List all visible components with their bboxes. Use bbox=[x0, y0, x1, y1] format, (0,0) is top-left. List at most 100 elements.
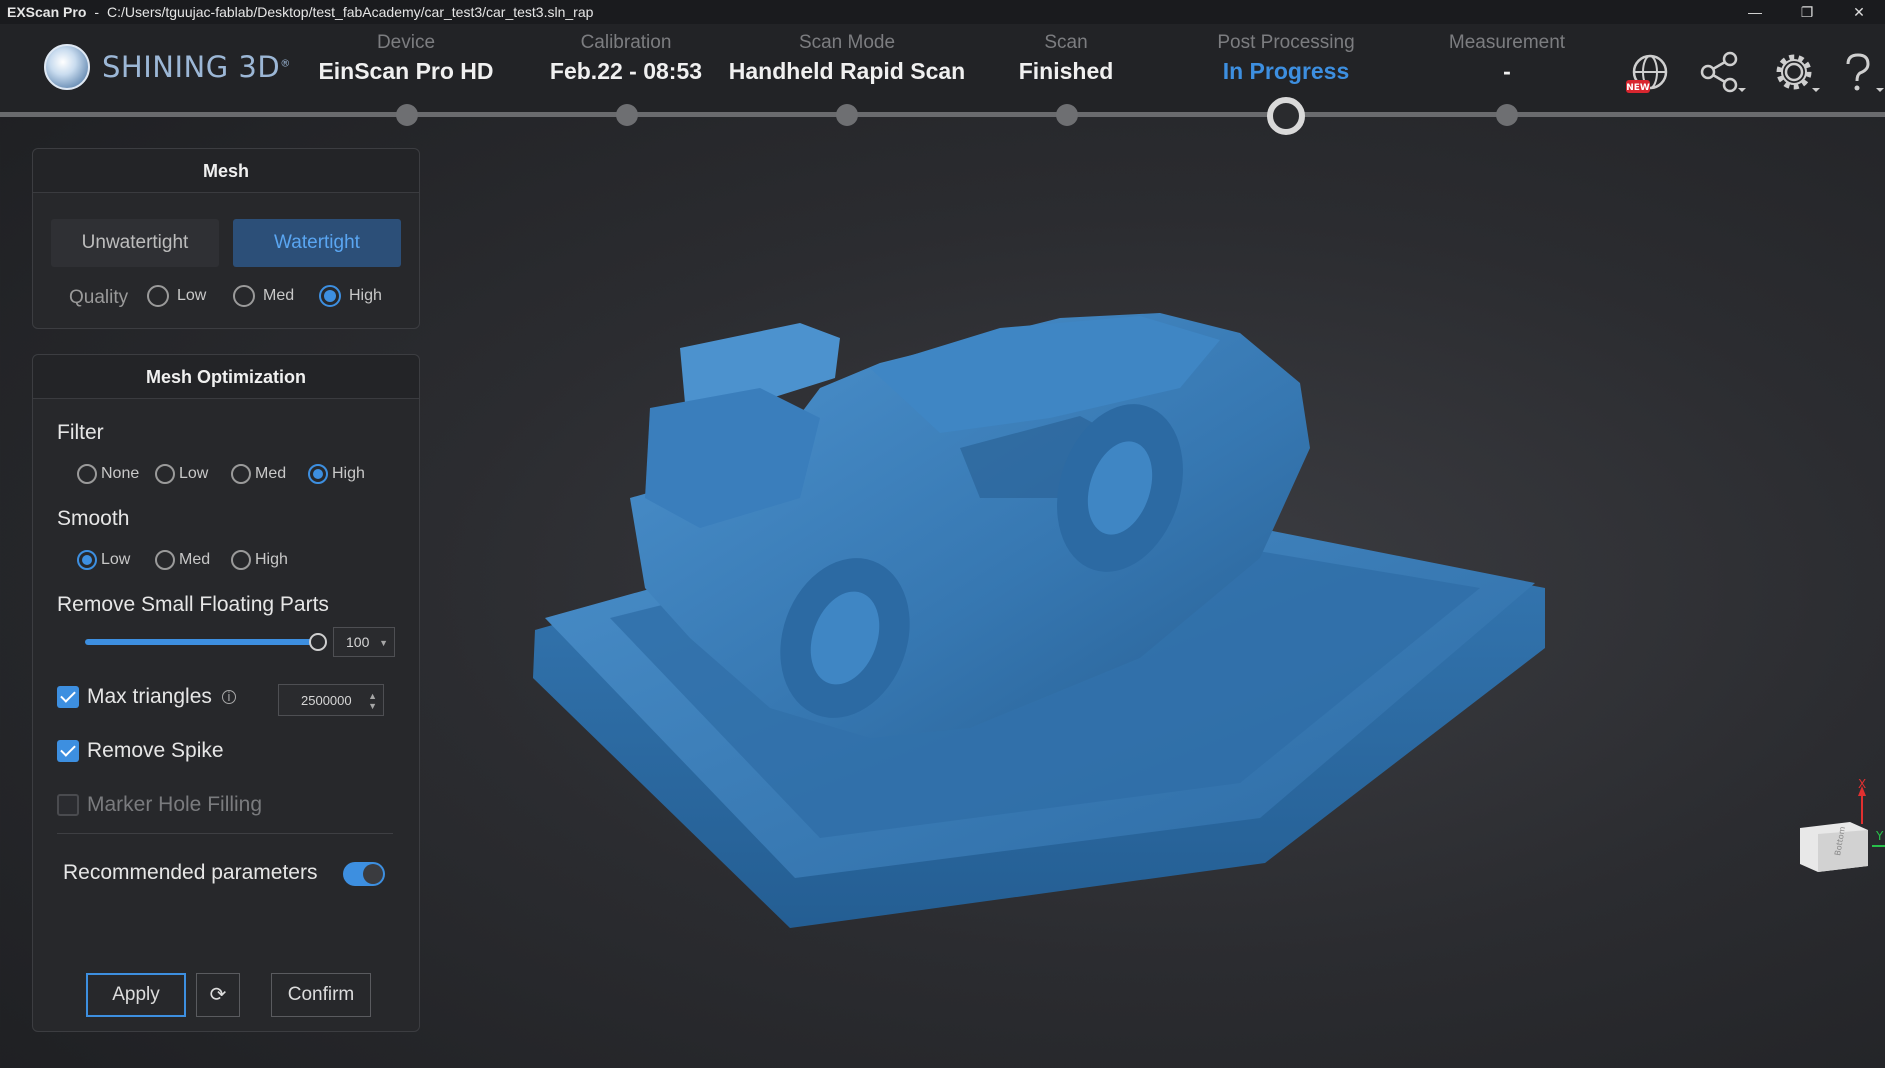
close-button[interactable]: ✕ bbox=[1833, 0, 1885, 24]
quality-med-radio[interactable]: Med bbox=[233, 285, 294, 307]
window-controls: — ❐ ✕ bbox=[1729, 0, 1885, 24]
radio-label: None bbox=[101, 465, 140, 482]
radio-label: Low bbox=[101, 551, 131, 568]
step-node-device[interactable] bbox=[396, 104, 418, 126]
minimize-button[interactable]: — bbox=[1729, 0, 1781, 24]
title-separator: - bbox=[94, 4, 100, 20]
step-label: Calibration bbox=[580, 32, 672, 53]
radio-label: High bbox=[255, 551, 288, 568]
mesh-panel: Mesh Unwatertight Watertight Quality Low… bbox=[32, 148, 420, 329]
radio-circle bbox=[231, 550, 251, 570]
radio-label: High bbox=[332, 465, 365, 482]
step-scan[interactable]: Scan Finished bbox=[946, 32, 1186, 85]
3d-viewport[interactable]: X Y Bottom bbox=[440, 118, 1885, 1068]
step-device[interactable]: Device EinScan Pro HD bbox=[286, 32, 526, 85]
filter-med-radio[interactable]: Med bbox=[231, 464, 286, 484]
max-triangles-input[interactable]: 2500000 ▲ ▼ bbox=[278, 684, 384, 716]
step-calibration[interactable]: Calibration Feb.22 - 08:53 bbox=[506, 32, 746, 85]
radio-label: Med bbox=[255, 465, 287, 482]
step-value: EinScan Pro HD bbox=[318, 58, 494, 84]
radio-label: Low bbox=[177, 287, 207, 304]
step-value: Finished bbox=[1018, 58, 1114, 84]
new-badge: NEW bbox=[1626, 83, 1650, 93]
step-value: Handheld Rapid Scan bbox=[728, 58, 966, 84]
update-globe-icon[interactable]: NEW bbox=[1622, 50, 1676, 96]
floating-parts-value: 100 bbox=[346, 634, 370, 650]
smooth-label: Smooth bbox=[57, 507, 130, 530]
mesh-optimization-panel: Mesh Optimization Filter None Low Med Hi… bbox=[32, 354, 420, 1032]
smooth-high-radio[interactable]: High bbox=[231, 550, 288, 570]
step-value: - bbox=[1503, 58, 1511, 84]
radio-circle bbox=[77, 464, 97, 484]
radio-label: Med bbox=[263, 287, 295, 304]
step-label: Scan bbox=[1044, 32, 1088, 53]
recommended-parameters-toggle[interactable] bbox=[343, 862, 385, 886]
step-label: Scan Mode bbox=[798, 32, 896, 53]
remove-spike-label: Remove Spike bbox=[87, 739, 224, 762]
smooth-low-radio[interactable]: Low bbox=[77, 550, 130, 570]
orientation-cube-icon[interactable]: X Y Bottom bbox=[1780, 778, 1885, 873]
floating-parts-slider[interactable] bbox=[85, 639, 317, 645]
floating-parts-label: Remove Small Floating Parts bbox=[57, 593, 329, 616]
max-triangles-value: 2500000 bbox=[301, 692, 352, 708]
step-label: Measurement bbox=[1448, 32, 1566, 53]
settings-gear-icon[interactable] bbox=[1770, 50, 1824, 96]
recommended-parameters-label: Recommended parameters bbox=[63, 861, 318, 884]
radio-circle bbox=[319, 285, 341, 307]
scanned-car-mesh bbox=[533, 313, 1545, 928]
apply-button[interactable]: Apply bbox=[86, 973, 186, 1017]
info-icon[interactable]: i bbox=[221, 690, 236, 704]
floating-parts-input[interactable]: 100 ▼ bbox=[333, 627, 395, 657]
step-label: Device bbox=[376, 32, 436, 53]
help-icon[interactable] bbox=[1836, 50, 1885, 96]
unwatertight-button[interactable]: Unwatertight bbox=[51, 219, 219, 267]
workflow-header: SHINING 3D® Device EinScan Pro HD Calibr… bbox=[0, 24, 1885, 116]
filter-label: Filter bbox=[57, 421, 104, 444]
logo-text: SHINING 3D bbox=[102, 50, 281, 84]
quality-low-radio[interactable]: Low bbox=[147, 285, 206, 307]
filter-high-radio[interactable]: High bbox=[308, 464, 365, 484]
radio-circle bbox=[308, 464, 328, 484]
step-label: Post Processing bbox=[1217, 32, 1355, 53]
title-bar: EXScan Pro - C:/Users/tguujac-fablab/Des… bbox=[0, 0, 1885, 24]
confirm-button[interactable]: Confirm bbox=[271, 973, 371, 1017]
radio-circle bbox=[155, 464, 175, 484]
axis-x-label: X bbox=[1858, 778, 1866, 791]
checkbox-box bbox=[57, 794, 79, 816]
smooth-med-radio[interactable]: Med bbox=[155, 550, 210, 570]
radio-circle bbox=[231, 464, 251, 484]
mesh-optimization-title: Mesh Optimization bbox=[33, 355, 419, 399]
step-post-processing[interactable]: Post Processing In Progress bbox=[1166, 32, 1406, 85]
reset-icon[interactable]: ⟳ bbox=[196, 973, 240, 1017]
spinner-down-icon[interactable]: ▼ bbox=[379, 638, 388, 648]
step-scan-mode[interactable]: Scan Mode Handheld Rapid Scan bbox=[727, 32, 967, 85]
toggle-knob bbox=[363, 864, 383, 884]
checkbox-box bbox=[57, 686, 79, 708]
checkbox-box bbox=[57, 740, 79, 762]
project-path: C:/Users/tguujac-fablab/Desktop/test_fab… bbox=[107, 4, 594, 20]
floating-parts-slider-handle[interactable] bbox=[309, 633, 327, 651]
radio-circle bbox=[233, 285, 255, 307]
step-value: In Progress bbox=[1222, 58, 1350, 84]
quality-high-radio[interactable]: High bbox=[319, 285, 382, 307]
radio-label: High bbox=[349, 287, 382, 304]
radio-circle bbox=[147, 285, 169, 307]
remove-spike-checkbox[interactable]: Remove Spike bbox=[57, 739, 224, 763]
spinner-arrows-icon[interactable]: ▲ ▼ bbox=[368, 691, 377, 711]
max-triangles-checkbox[interactable]: Max triangles i bbox=[57, 685, 236, 709]
marker-hole-label: Marker Hole Filling bbox=[87, 793, 263, 816]
logo-globe-icon bbox=[44, 44, 90, 90]
radio-label: Low bbox=[179, 465, 209, 482]
radio-circle bbox=[77, 550, 97, 570]
mesh-panel-title: Mesh bbox=[33, 149, 419, 193]
max-triangles-label: Max triangles bbox=[87, 685, 212, 708]
share-icon[interactable] bbox=[1696, 50, 1750, 96]
workflow-progress-line bbox=[0, 112, 1885, 117]
filter-low-radio[interactable]: Low bbox=[155, 464, 208, 484]
watertight-button[interactable]: Watertight bbox=[233, 219, 401, 267]
restore-button[interactable]: ❐ bbox=[1781, 0, 1833, 24]
step-measurement[interactable]: Measurement - bbox=[1387, 32, 1627, 85]
axis-y-label: Y bbox=[1875, 829, 1884, 843]
marker-hole-filling-checkbox[interactable]: Marker Hole Filling bbox=[57, 793, 262, 817]
filter-none-radio[interactable]: None bbox=[77, 464, 139, 484]
